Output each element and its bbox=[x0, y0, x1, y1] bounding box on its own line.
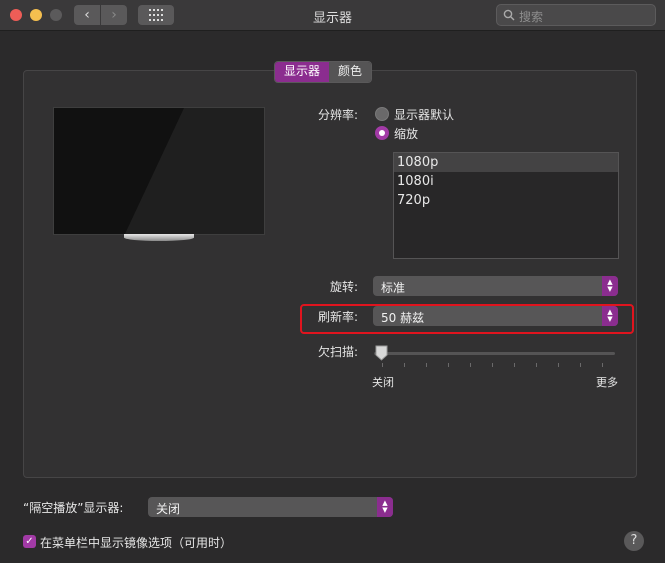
rotation-popup[interactable]: 标准 ▲ ▼ bbox=[373, 276, 618, 296]
resolution-scaled-radio[interactable] bbox=[375, 126, 389, 140]
updown-arrows-icon: ▲ ▼ bbox=[602, 276, 618, 296]
refresh-rate-value: 50 赫兹 bbox=[381, 311, 425, 325]
search-icon bbox=[503, 9, 515, 21]
resolution-default-label: 显示器默认 bbox=[394, 108, 455, 122]
updown-arrows-icon: ▲ ▼ bbox=[602, 306, 618, 326]
help-button[interactable]: ? bbox=[624, 531, 644, 551]
slider-tick bbox=[602, 363, 603, 367]
resolution-list[interactable]: 1080p 1080i 720p bbox=[393, 152, 619, 259]
list-item[interactable]: 1080i bbox=[394, 172, 618, 191]
mirror-option-checkbox[interactable]: ✓ bbox=[23, 535, 36, 548]
list-item[interactable]: 720p bbox=[394, 191, 618, 210]
resolution-default-radio[interactable] bbox=[375, 107, 389, 121]
underscan-min-label: 关闭 bbox=[372, 376, 394, 389]
underscan-label: 欠扫描: bbox=[317, 345, 358, 359]
search-field[interactable]: 搜索 bbox=[496, 4, 656, 26]
monitor-stand bbox=[124, 234, 194, 241]
slider-tick bbox=[514, 363, 515, 367]
slider-tick bbox=[470, 363, 471, 367]
airplay-display-label: “隔空播放”显示器: bbox=[23, 501, 124, 515]
tab-control: 显示器 颜色 bbox=[274, 61, 373, 83]
rotation-value: 标准 bbox=[381, 281, 406, 295]
rotation-label: 旋转: bbox=[329, 280, 358, 294]
slider-tick bbox=[382, 363, 383, 367]
slider-tick bbox=[492, 363, 493, 367]
slider-tick bbox=[404, 363, 405, 367]
tab-display[interactable]: 显示器 bbox=[275, 62, 330, 82]
checkmark-icon: ✓ bbox=[25, 536, 34, 547]
underscan-slider-thumb[interactable] bbox=[375, 345, 388, 361]
search-placeholder: 搜索 bbox=[519, 10, 544, 24]
underscan-slider[interactable] bbox=[374, 352, 615, 355]
slider-tick bbox=[448, 363, 449, 367]
slider-tick bbox=[426, 363, 427, 367]
refresh-rate-popup[interactable]: 50 赫兹 ▲ ▼ bbox=[373, 306, 618, 326]
airplay-display-popup[interactable]: 关闭 ▲ ▼ bbox=[148, 497, 393, 517]
updown-arrows-icon: ▲ ▼ bbox=[377, 497, 393, 517]
list-item[interactable]: 1080p bbox=[394, 153, 618, 172]
tab-color[interactable]: 颜色 bbox=[329, 62, 372, 82]
slider-tick bbox=[580, 363, 581, 367]
resolution-label: 分辨率: bbox=[317, 108, 358, 122]
title-bar: ‹ › 显示器 搜索 bbox=[0, 0, 665, 31]
slider-tick bbox=[558, 363, 559, 367]
resolution-scaled-label: 缩放 bbox=[394, 127, 419, 141]
mirror-option-label: 在菜单栏中显示镜像选项（可用时） bbox=[40, 536, 233, 550]
refresh-rate-label: 刷新率: bbox=[317, 310, 358, 324]
underscan-max-label: 更多 bbox=[596, 376, 618, 389]
slider-tick bbox=[536, 363, 537, 367]
monitor-illustration bbox=[53, 107, 265, 235]
airplay-display-value: 关闭 bbox=[156, 502, 181, 516]
